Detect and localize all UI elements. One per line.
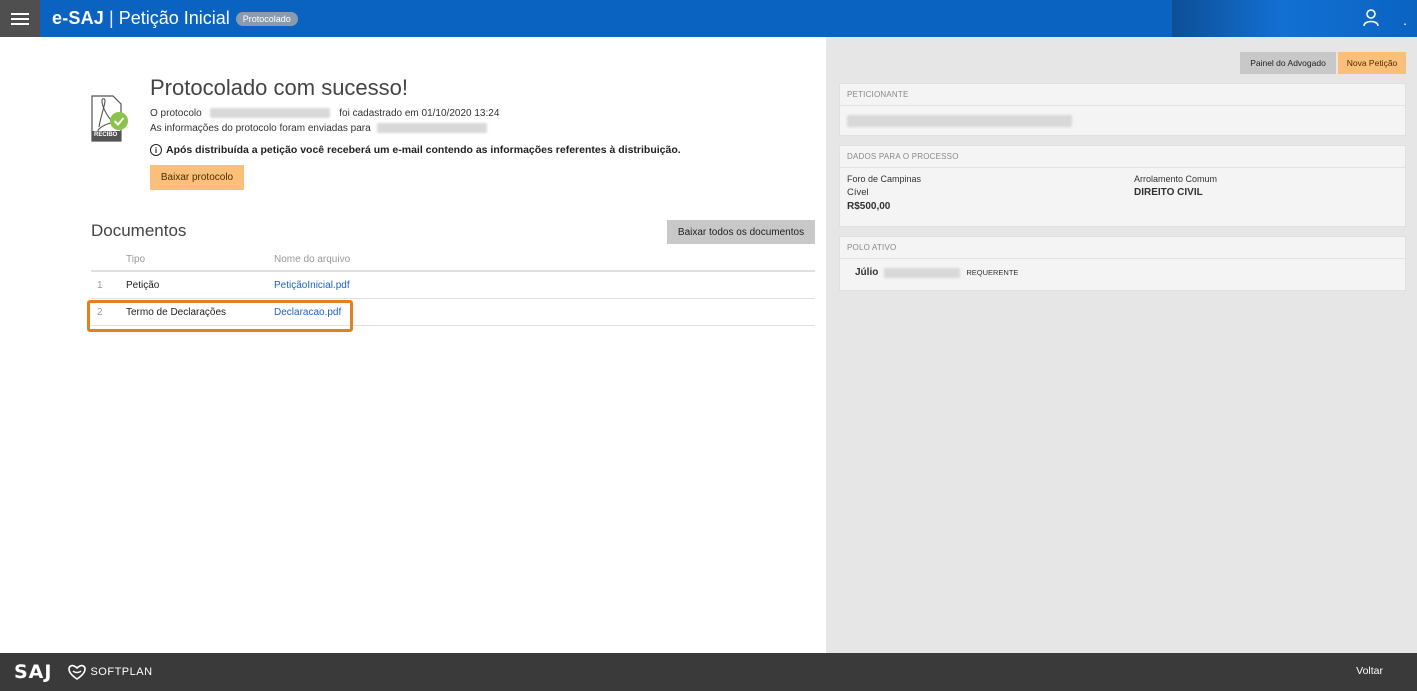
page-title: Petição Inicial	[118, 8, 230, 28]
top-bar: e-SAJ | Petição Inicial Protocolado .	[0, 0, 1417, 37]
row-highlight-box	[87, 300, 353, 332]
table-row: 1 Petição PetiçãoInicial.pdf	[91, 272, 815, 299]
softplan-label: SOFTPLAN	[90, 666, 153, 678]
footer: SAJ SOFTPLAN Voltar	[0, 653, 1417, 691]
email-prefix: As informações do protocolo foram enviad…	[150, 123, 371, 134]
card-header: DADOS PARA O PROCESSO	[840, 146, 1405, 168]
receipt-label: RECIBO	[94, 132, 118, 138]
protocol-date: foi cadastrado em 01/10/2020 13:24	[339, 108, 500, 119]
status-badge: Protocolado	[235, 11, 298, 26]
info-icon: i	[150, 144, 162, 156]
process-data-card: DADOS PARA O PROCESSO Foro de Campinas C…	[839, 145, 1406, 227]
table-header: Tipo Nome do arquivo	[91, 248, 815, 272]
new-petition-button[interactable]: Nova Petição	[1338, 52, 1406, 74]
peticionante-card: PETICIONANTE	[839, 83, 1406, 136]
card-header: POLO ATIVO	[840, 237, 1405, 259]
softplan-logo: SOFTPLAN	[68, 664, 152, 680]
title-separator: |	[109, 8, 114, 28]
party-role: REQUERENTE	[966, 268, 1019, 277]
file-link[interactable]: PetiçãoInicial.pdf	[274, 280, 350, 291]
download-protocol-button[interactable]: Baixar protocolo	[150, 165, 244, 190]
notice-text: Após distribuída a petição você receberá…	[166, 144, 681, 156]
distribution-notice: i Após distribuída a petição você recebe…	[150, 144, 681, 156]
documents-title: Documentos	[91, 221, 187, 240]
lawyer-panel-button[interactable]: Painel do Advogado	[1240, 52, 1336, 74]
email-line: As informações do protocolo foram enviad…	[150, 123, 488, 134]
side-panel: Painel do Advogado Nova Petição PETICION…	[826, 37, 1417, 653]
download-all-button[interactable]: Baixar todos os documentos	[667, 220, 815, 244]
valor-field: R$500,00	[847, 201, 891, 212]
card-header: PETICIONANTE	[840, 84, 1405, 106]
saj-logo: SAJ	[14, 661, 53, 683]
row-tipo: Petição	[126, 279, 160, 291]
column-tipo: Tipo	[126, 253, 146, 265]
softplan-icon	[68, 664, 87, 680]
protocol-number-redacted	[210, 108, 331, 119]
active-party-card: POLO ATIVO Júlio REQUERENTE	[839, 236, 1406, 291]
area-field: DIREITO CIVIL	[1134, 187, 1203, 198]
party-name: Júlio	[855, 267, 879, 278]
column-file: Nome do arquivo	[274, 253, 351, 265]
classe-field: Cível	[847, 187, 869, 198]
protocol-line: O protocolo foi cadastrado em 01/10/2020…	[150, 108, 499, 119]
party-name-redacted	[884, 267, 961, 278]
hamburger-menu-icon[interactable]	[0, 0, 40, 37]
success-title: Protocolado com sucesso!	[150, 75, 409, 100]
user-icon[interactable]	[1363, 9, 1379, 27]
header-user-area: .	[1172, 0, 1417, 37]
peticionante-redacted	[847, 115, 1072, 127]
row-number: 1	[97, 279, 103, 291]
protocol-prefix: O protocolo	[150, 108, 202, 119]
more-indicator[interactable]: .	[1403, 12, 1407, 28]
back-button[interactable]: Voltar	[1356, 665, 1383, 677]
email-redacted	[377, 123, 488, 134]
foro-field: Foro de Campinas	[847, 174, 922, 184]
app-brand: e-SAJ	[52, 8, 105, 28]
rito-field: Arrolamento Comum	[1134, 174, 1218, 184]
